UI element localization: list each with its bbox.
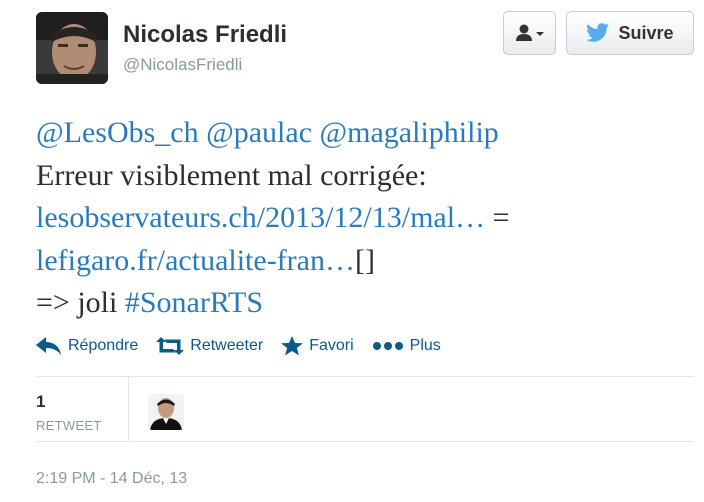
tweet-text: @LesObs_ch @paulac @magaliphilip Erreur … — [36, 112, 676, 325]
tweet-stats: 1 RETWEET — [36, 376, 694, 442]
reply-label: Répondre — [68, 337, 139, 354]
tweet-line-3: lesobservateurs.ch/2013/12/13/mal… = — [36, 197, 676, 240]
tweet-line-2: Erreur visiblement mal corrigée: — [36, 158, 427, 192]
tweet-line-4: lefigaro.fr/actualite-fran…[] — [36, 240, 676, 283]
retweet-count[interactable]: 1 — [36, 392, 45, 412]
star-icon — [281, 336, 304, 356]
tweet-line-1: @LesObs_ch @paulac @magaliphilip — [36, 112, 676, 155]
url-link[interactable]: lesobservateurs.ch/2013/12/13/mal… — [36, 201, 485, 234]
link-suffix: [] — [354, 243, 375, 277]
favorite-button[interactable]: Favori — [281, 336, 354, 356]
line5-prefix: => joli — [36, 286, 125, 319]
retweet-label: Retweeter — [190, 337, 264, 354]
follow-label: Suivre — [618, 22, 674, 43]
retweet-button[interactable]: Retweeter — [156, 337, 263, 355]
author-handle[interactable]: @NicolasFriedli — [123, 55, 242, 75]
reply-button[interactable]: Répondre — [36, 337, 138, 355]
url-link[interactable]: lefigaro.fr/actualite-fran… — [36, 244, 355, 277]
retweet-count-label: RETWEET — [36, 418, 102, 433]
tweet-timestamp[interactable]: 2:19 PM - 14 Déc, 13 — [36, 470, 187, 488]
mention-link[interactable]: @LesObs_ch — [36, 116, 199, 149]
more-icon — [372, 342, 403, 350]
bird-icon — [586, 23, 610, 42]
mention-link[interactable]: @paulac — [206, 116, 312, 149]
hashtag-link[interactable]: #SonarRTS — [125, 286, 263, 319]
author-avatar-image — [36, 12, 108, 84]
more-button[interactable]: Plus — [372, 337, 441, 355]
user-dropdown-icon — [515, 24, 544, 41]
favorite-label: Favori — [309, 337, 354, 354]
more-label: Plus — [409, 337, 441, 354]
tweet-actions: Répondre Retweeter Favori Plus — [36, 336, 459, 356]
author-avatar[interactable] — [36, 12, 108, 84]
user-actions-button[interactable] — [503, 11, 556, 55]
tweet-line-5: => joli #SonarRTS — [36, 282, 676, 325]
mention-link[interactable]: @magaliphilip — [320, 116, 499, 149]
stats-divider — [128, 377, 129, 441]
retweeter-avatar-image — [148, 394, 184, 430]
author-name[interactable]: Nicolas Friedli — [123, 21, 287, 49]
retweet-icon — [156, 337, 185, 355]
equals-text: = — [485, 201, 510, 234]
follow-button[interactable]: Suivre — [566, 11, 694, 55]
retweeter-avatar[interactable] — [148, 394, 184, 430]
reply-icon — [36, 337, 61, 355]
